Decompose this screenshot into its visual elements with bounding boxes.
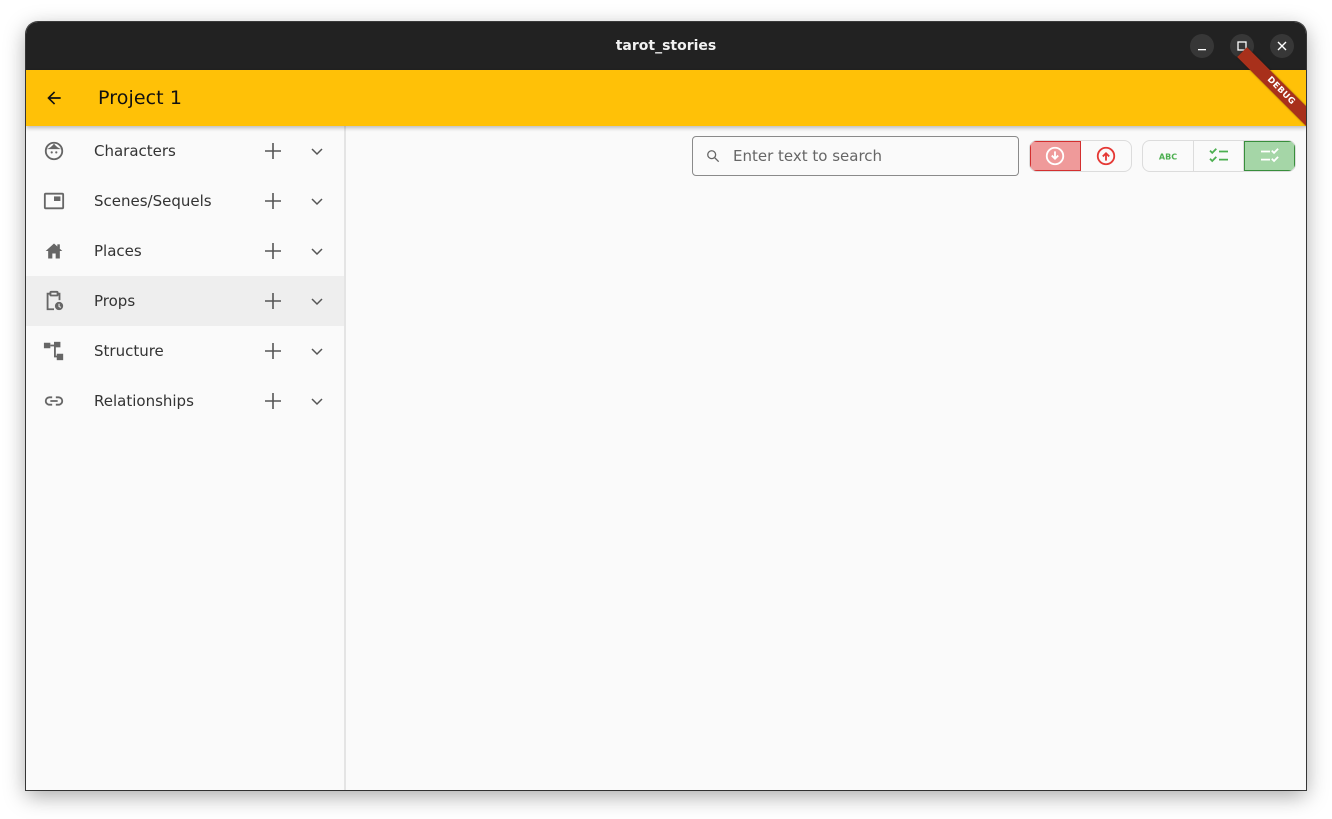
sidebar-item-scenes-sequels[interactable]: Scenes/Sequels — [26, 176, 344, 226]
window-title: tarot_stories — [615, 38, 717, 54]
checklist-rtl-icon — [1260, 148, 1279, 163]
plus-icon — [265, 293, 281, 309]
plus-icon — [265, 393, 281, 409]
arrow-circle-down-icon — [1046, 146, 1065, 166]
add-structure-button[interactable] — [262, 340, 284, 362]
plus-icon — [265, 193, 281, 209]
checklist-icon — [1208, 148, 1228, 163]
sidebar-item-label: Props — [94, 292, 136, 310]
add-scene-button[interactable] — [262, 190, 284, 212]
view-toggle-group: ABC — [1142, 140, 1296, 172]
pending-actions-icon — [42, 289, 66, 313]
plus-icon — [265, 243, 281, 259]
page-title: Project 1 — [98, 87, 183, 109]
house-icon — [42, 239, 66, 263]
sort-descending-button[interactable] — [1030, 141, 1081, 171]
add-place-button[interactable] — [262, 240, 284, 262]
sidebar-item-label: Places — [94, 242, 142, 260]
view-abc-button[interactable]: ABC — [1143, 141, 1194, 171]
link-icon — [42, 389, 66, 413]
back-button[interactable] — [42, 86, 66, 110]
search-field[interactable] — [692, 136, 1019, 176]
abc-icon: ABC — [1159, 153, 1177, 162]
sidebar-item-relationships[interactable]: Relationships — [26, 376, 344, 426]
sidebar-item-characters[interactable]: Characters — [26, 126, 344, 176]
sidebar-item-label: Relationships — [94, 392, 194, 410]
minimize-button[interactable] — [1190, 34, 1214, 58]
add-character-button[interactable] — [262, 140, 284, 162]
chevron-down-icon — [311, 198, 323, 206]
expand-props-button[interactable] — [307, 291, 327, 311]
expand-places-button[interactable] — [307, 241, 327, 261]
plus-icon — [265, 343, 281, 359]
chevron-down-icon — [311, 148, 323, 156]
sidebar-item-props[interactable]: Props — [26, 276, 344, 326]
arrow-circle-up-icon — [1096, 146, 1115, 166]
add-relationship-button[interactable] — [262, 390, 284, 412]
chevron-down-icon — [311, 398, 323, 406]
picture-in-picture-icon — [42, 189, 66, 213]
arrow-back-icon — [47, 91, 61, 105]
search-input[interactable] — [733, 147, 993, 165]
sidebar-item-label: Characters — [94, 142, 176, 160]
view-checklist-rtl-button[interactable] — [1244, 141, 1295, 171]
expand-scenes-button[interactable] — [307, 191, 327, 211]
close-icon — [1277, 41, 1287, 51]
sort-toggle-group — [1029, 140, 1132, 172]
main-content: ABC — [348, 126, 1306, 790]
chevron-down-icon — [311, 298, 323, 306]
title-bar: tarot_stories — [26, 22, 1306, 70]
account-tree-icon — [42, 339, 66, 363]
face-icon — [42, 139, 66, 163]
app-window: tarot_stories Project 1 DEBUG Characters — [26, 22, 1306, 790]
sidebar-item-label: Scenes/Sequels — [94, 192, 212, 210]
minimize-icon — [1198, 49, 1206, 51]
expand-characters-button[interactable] — [307, 141, 327, 161]
search-icon — [705, 148, 721, 164]
expand-relationships-button[interactable] — [307, 391, 327, 411]
plus-icon — [265, 143, 281, 159]
app-bar: Project 1 DEBUG — [26, 47, 1306, 135]
expand-structure-button[interactable] — [307, 341, 327, 361]
close-button[interactable] — [1270, 34, 1294, 58]
view-checklist-button[interactable] — [1194, 141, 1245, 171]
add-prop-button[interactable] — [262, 290, 284, 312]
chevron-down-icon — [311, 248, 323, 256]
sidebar: Characters Scenes/Sequels Places Props S… — [26, 126, 346, 790]
sort-ascending-button[interactable] — [1081, 141, 1131, 171]
svg-text:ABC: ABC — [1159, 153, 1177, 162]
chevron-down-icon — [311, 348, 323, 356]
sidebar-item-label: Structure — [94, 342, 164, 360]
sidebar-item-structure[interactable]: Structure — [26, 326, 344, 376]
sidebar-item-places[interactable]: Places — [26, 226, 344, 276]
